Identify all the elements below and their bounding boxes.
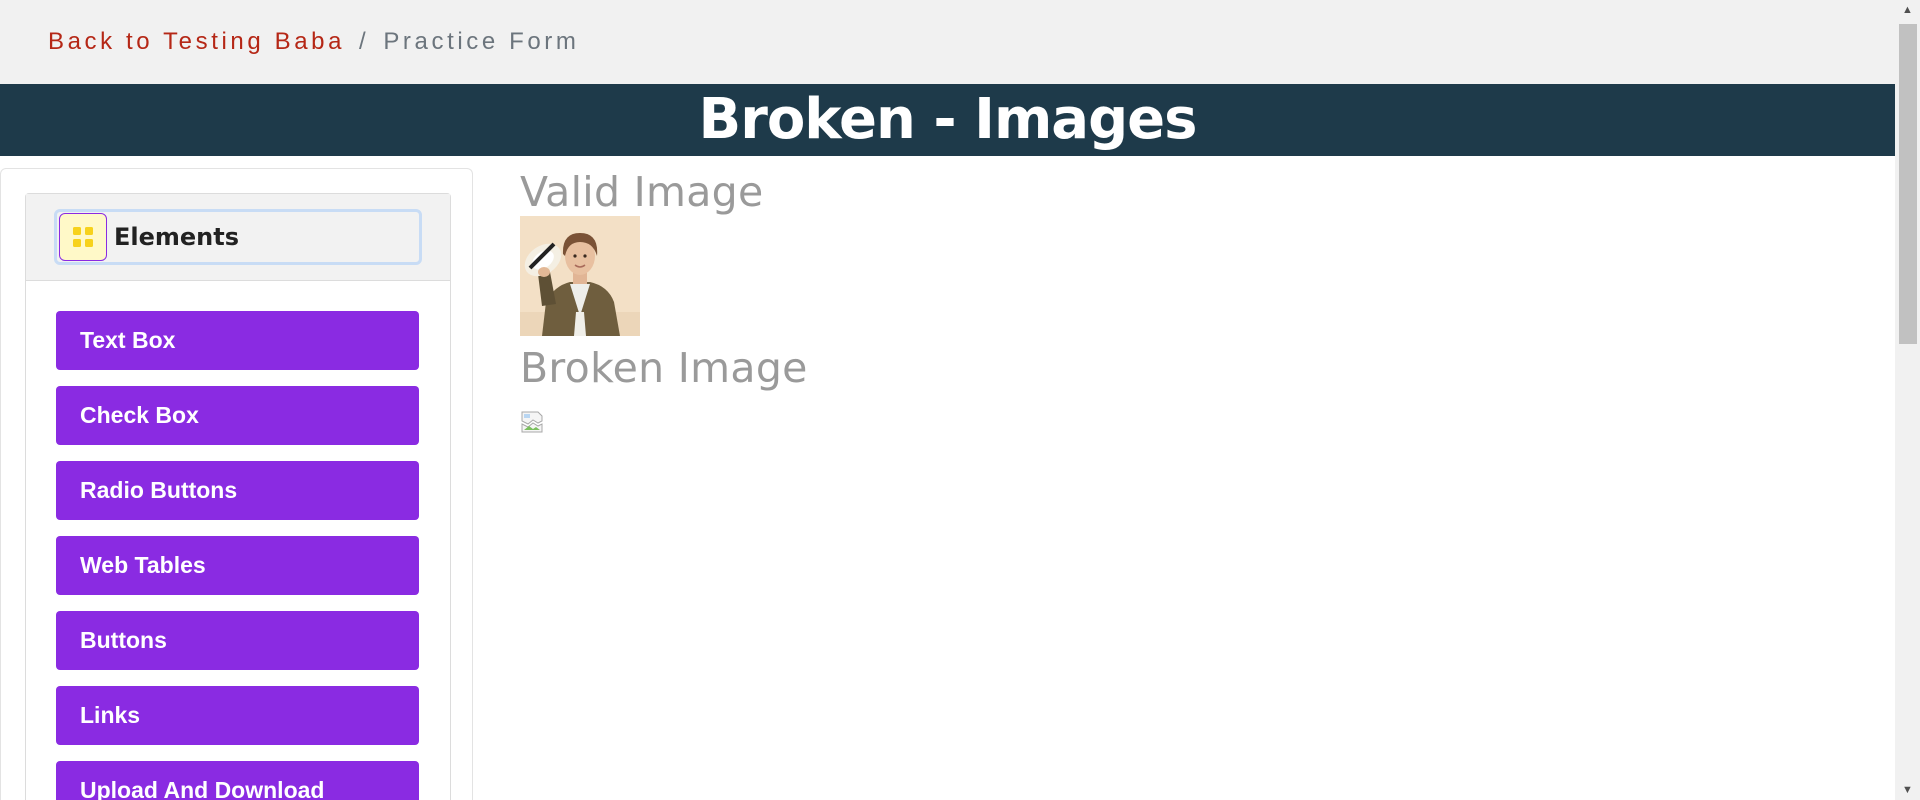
broken-image-icon bbox=[521, 411, 543, 433]
scroll-up-arrow-icon[interactable]: ▲ bbox=[1895, 0, 1920, 20]
elements-group-toggle[interactable]: Elements bbox=[54, 209, 422, 265]
sidebar-item-radio-buttons[interactable]: Radio Buttons bbox=[56, 461, 419, 520]
page-title: Broken - Images bbox=[698, 87, 1198, 152]
page: Back to Testing Baba / Practice Form Bro… bbox=[0, 0, 1920, 800]
main-content: Valid Image Broken Image bbox=[520, 168, 1880, 434]
breadcrumb-current: Practice Form bbox=[383, 28, 580, 55]
sidebar-menu: Text Box Check Box Radio Buttons Web Tab… bbox=[26, 281, 450, 800]
vertical-scrollbar[interactable]: ▲ ▼ bbox=[1895, 0, 1920, 800]
breadcrumb-separator: / bbox=[359, 28, 370, 55]
title-banner: Broken - Images bbox=[0, 84, 1895, 156]
grid-icon bbox=[59, 213, 107, 261]
sidebar-item-upload-and-download[interactable]: Upload And Download bbox=[56, 761, 419, 800]
sidebar-group-elements: Elements Text Box Check Box Radio Button… bbox=[25, 193, 451, 800]
valid-image bbox=[520, 216, 640, 336]
elements-group-label: Elements bbox=[114, 223, 240, 251]
sidebar-item-links[interactable]: Links bbox=[56, 686, 419, 745]
breadcrumb: Back to Testing Baba / Practice Form bbox=[0, 0, 1895, 84]
sidebar-item-text-box[interactable]: Text Box bbox=[56, 311, 419, 370]
sidebar: Elements Text Box Check Box Radio Button… bbox=[0, 168, 473, 800]
sidebar-item-check-box[interactable]: Check Box bbox=[56, 386, 419, 445]
sidebar-group-header: Elements bbox=[26, 194, 450, 281]
scroll-down-arrow-icon[interactable]: ▼ bbox=[1895, 780, 1920, 800]
sidebar-item-web-tables[interactable]: Web Tables bbox=[56, 536, 419, 595]
breadcrumb-back-link[interactable]: Back to Testing Baba bbox=[48, 28, 345, 56]
sidebar-item-buttons[interactable]: Buttons bbox=[56, 611, 419, 670]
scrollbar-thumb[interactable] bbox=[1899, 24, 1917, 344]
broken-image-heading: Broken Image bbox=[520, 344, 808, 392]
valid-image-heading: Valid Image bbox=[520, 168, 764, 216]
